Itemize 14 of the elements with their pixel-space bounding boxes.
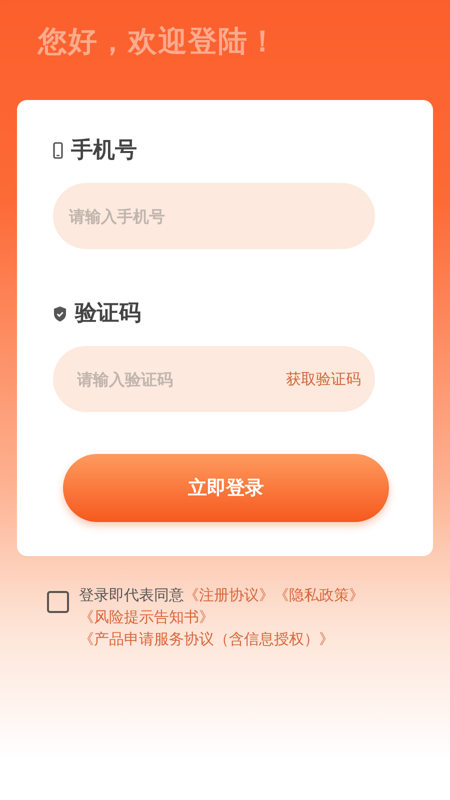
- agreement-link[interactable]: 《产品申请服务协议（含信息授权）》: [79, 630, 334, 648]
- field-label: 验证码: [75, 300, 141, 328]
- field-label: 手机号: [71, 137, 137, 165]
- agreement-checkbox[interactable]: [47, 591, 69, 613]
- greeting-title: 您好，欢迎登陆！: [38, 23, 279, 60]
- agreement-link[interactable]: 《注册协议》: [184, 586, 274, 604]
- agreement-text: 登录即代表同意《注册协议》《隐私政策》 《风险提示告知书》 《产品申请服务协议（含信息授权）》: [79, 585, 365, 650]
- login-button[interactable]: 立即登录: [63, 454, 389, 522]
- get-code-button[interactable]: 获取验证码: [286, 368, 361, 390]
- phone-icon: [53, 142, 63, 159]
- agreement-link[interactable]: 《隐私政策》: [274, 586, 364, 604]
- phone-input-field[interactable]: 请输入手机号: [53, 183, 375, 249]
- agreement-link[interactable]: 《风险提示告知书》: [79, 608, 214, 626]
- shield-icon: [53, 306, 67, 322]
